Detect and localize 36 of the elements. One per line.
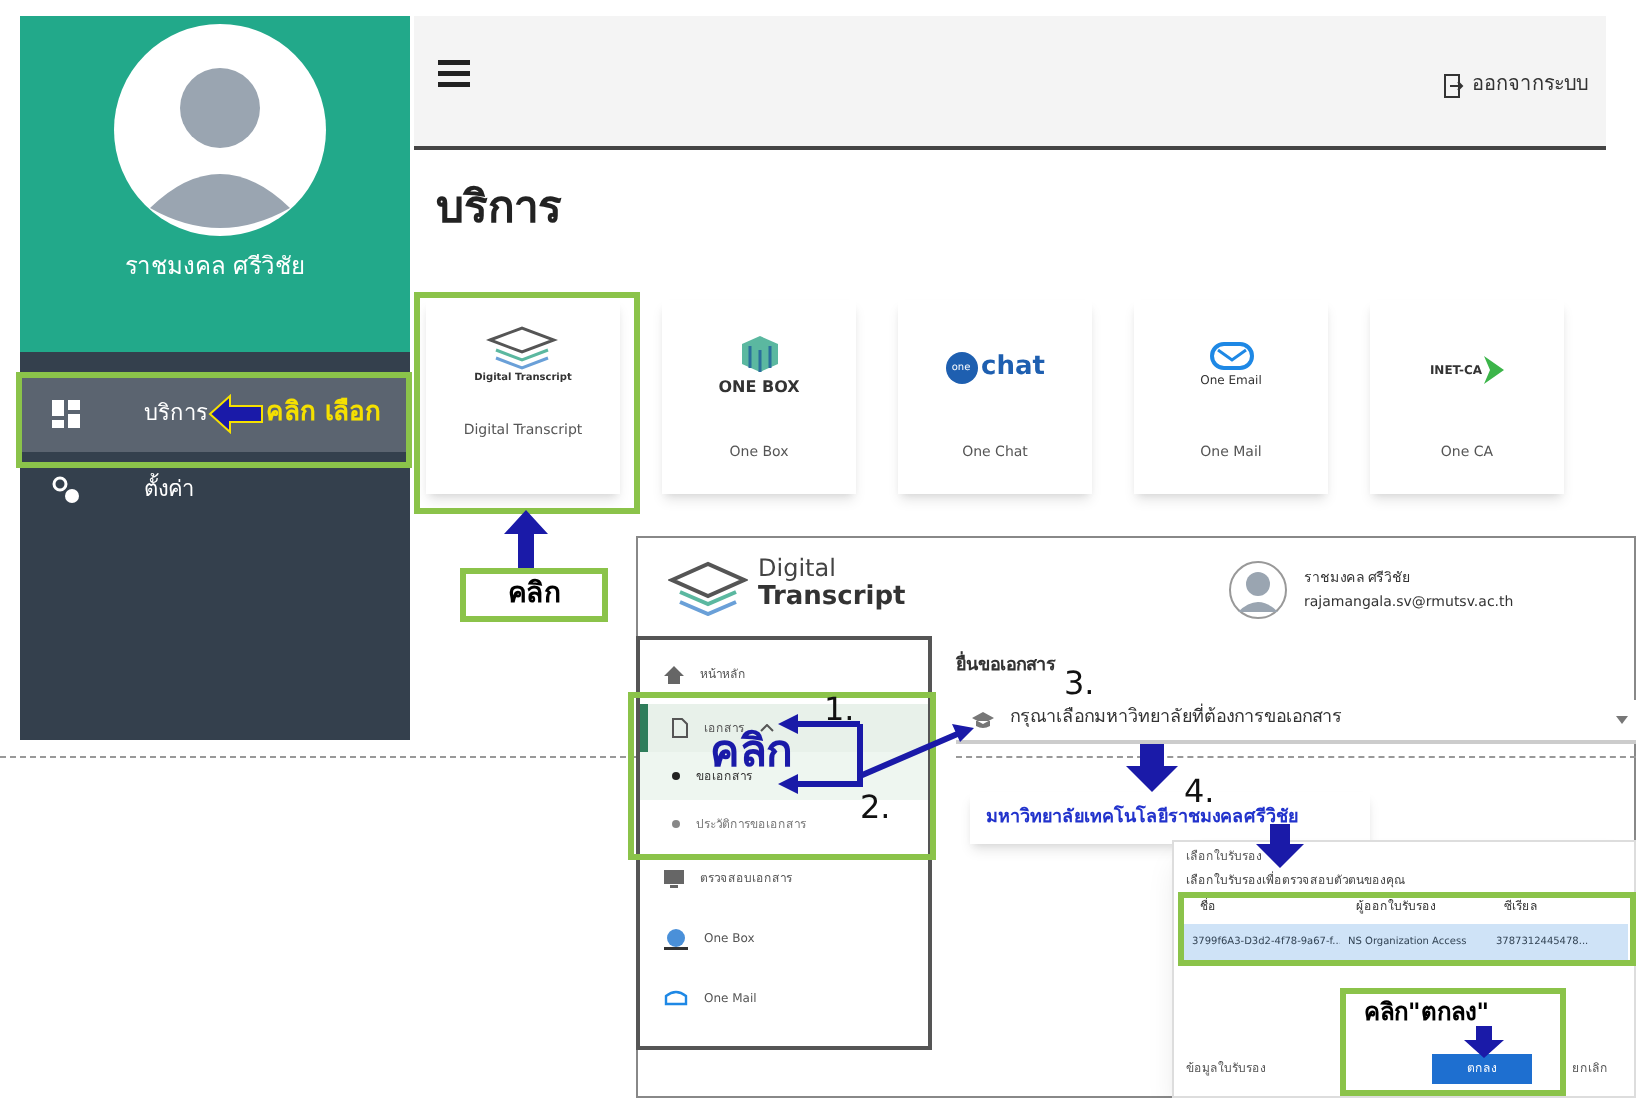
envelope-logo-icon (1209, 340, 1253, 372)
dashboard-icon (52, 400, 80, 428)
settings-icon (52, 476, 80, 504)
step-number: 3. (1064, 662, 1095, 703)
brand-name: Transcript (758, 584, 906, 610)
avatar-silhouette (1228, 560, 1288, 620)
globe-icon (664, 927, 688, 949)
arrow-icon (208, 394, 264, 434)
select-placeholder: กรุณาเลือกมหาวิทยาลัยที่ต้องการขอเอกสาร (1010, 706, 1342, 734)
user-name: ราชมงคล ศรีวิชัย (123, 250, 307, 284)
university-select[interactable]: กรุณาเลือกมหาวิทยาลัยที่ต้องการขอเอกสาร (956, 700, 1636, 744)
sidebar-item[interactable]: ตั้งค่า (20, 452, 410, 528)
logo-text: ONE BOX (718, 376, 800, 400)
annotation-label: คลิก (460, 568, 608, 622)
logo-icon (668, 560, 748, 616)
caret-icon (1616, 716, 1628, 724)
home-icon (664, 665, 684, 683)
page-title: บริการ (436, 182, 562, 238)
logout-button[interactable]: ออกจากระบบ (1444, 70, 1588, 100)
cube-logo-icon (737, 332, 781, 376)
bullet-icon (672, 772, 680, 780)
envelope-icon (664, 990, 688, 1006)
logo-text: chat (981, 350, 1045, 386)
arrow-icon (1126, 744, 1178, 792)
logout-icon (1444, 73, 1464, 97)
arrow-icon (504, 510, 548, 570)
graduation-cap-icon (972, 711, 994, 729)
arrow-icon (1464, 1026, 1504, 1058)
annotation-text: คลิก เลือก (266, 395, 382, 432)
layers-logo-icon (486, 324, 559, 372)
bullet-icon (672, 820, 680, 828)
document-icon (672, 718, 688, 738)
section-title: ยื่นขอเอกสาร (956, 654, 1056, 681)
chevron-logo-icon (1484, 356, 1505, 384)
brand-name: Digital (758, 556, 836, 580)
menu-icon[interactable] (438, 60, 470, 88)
